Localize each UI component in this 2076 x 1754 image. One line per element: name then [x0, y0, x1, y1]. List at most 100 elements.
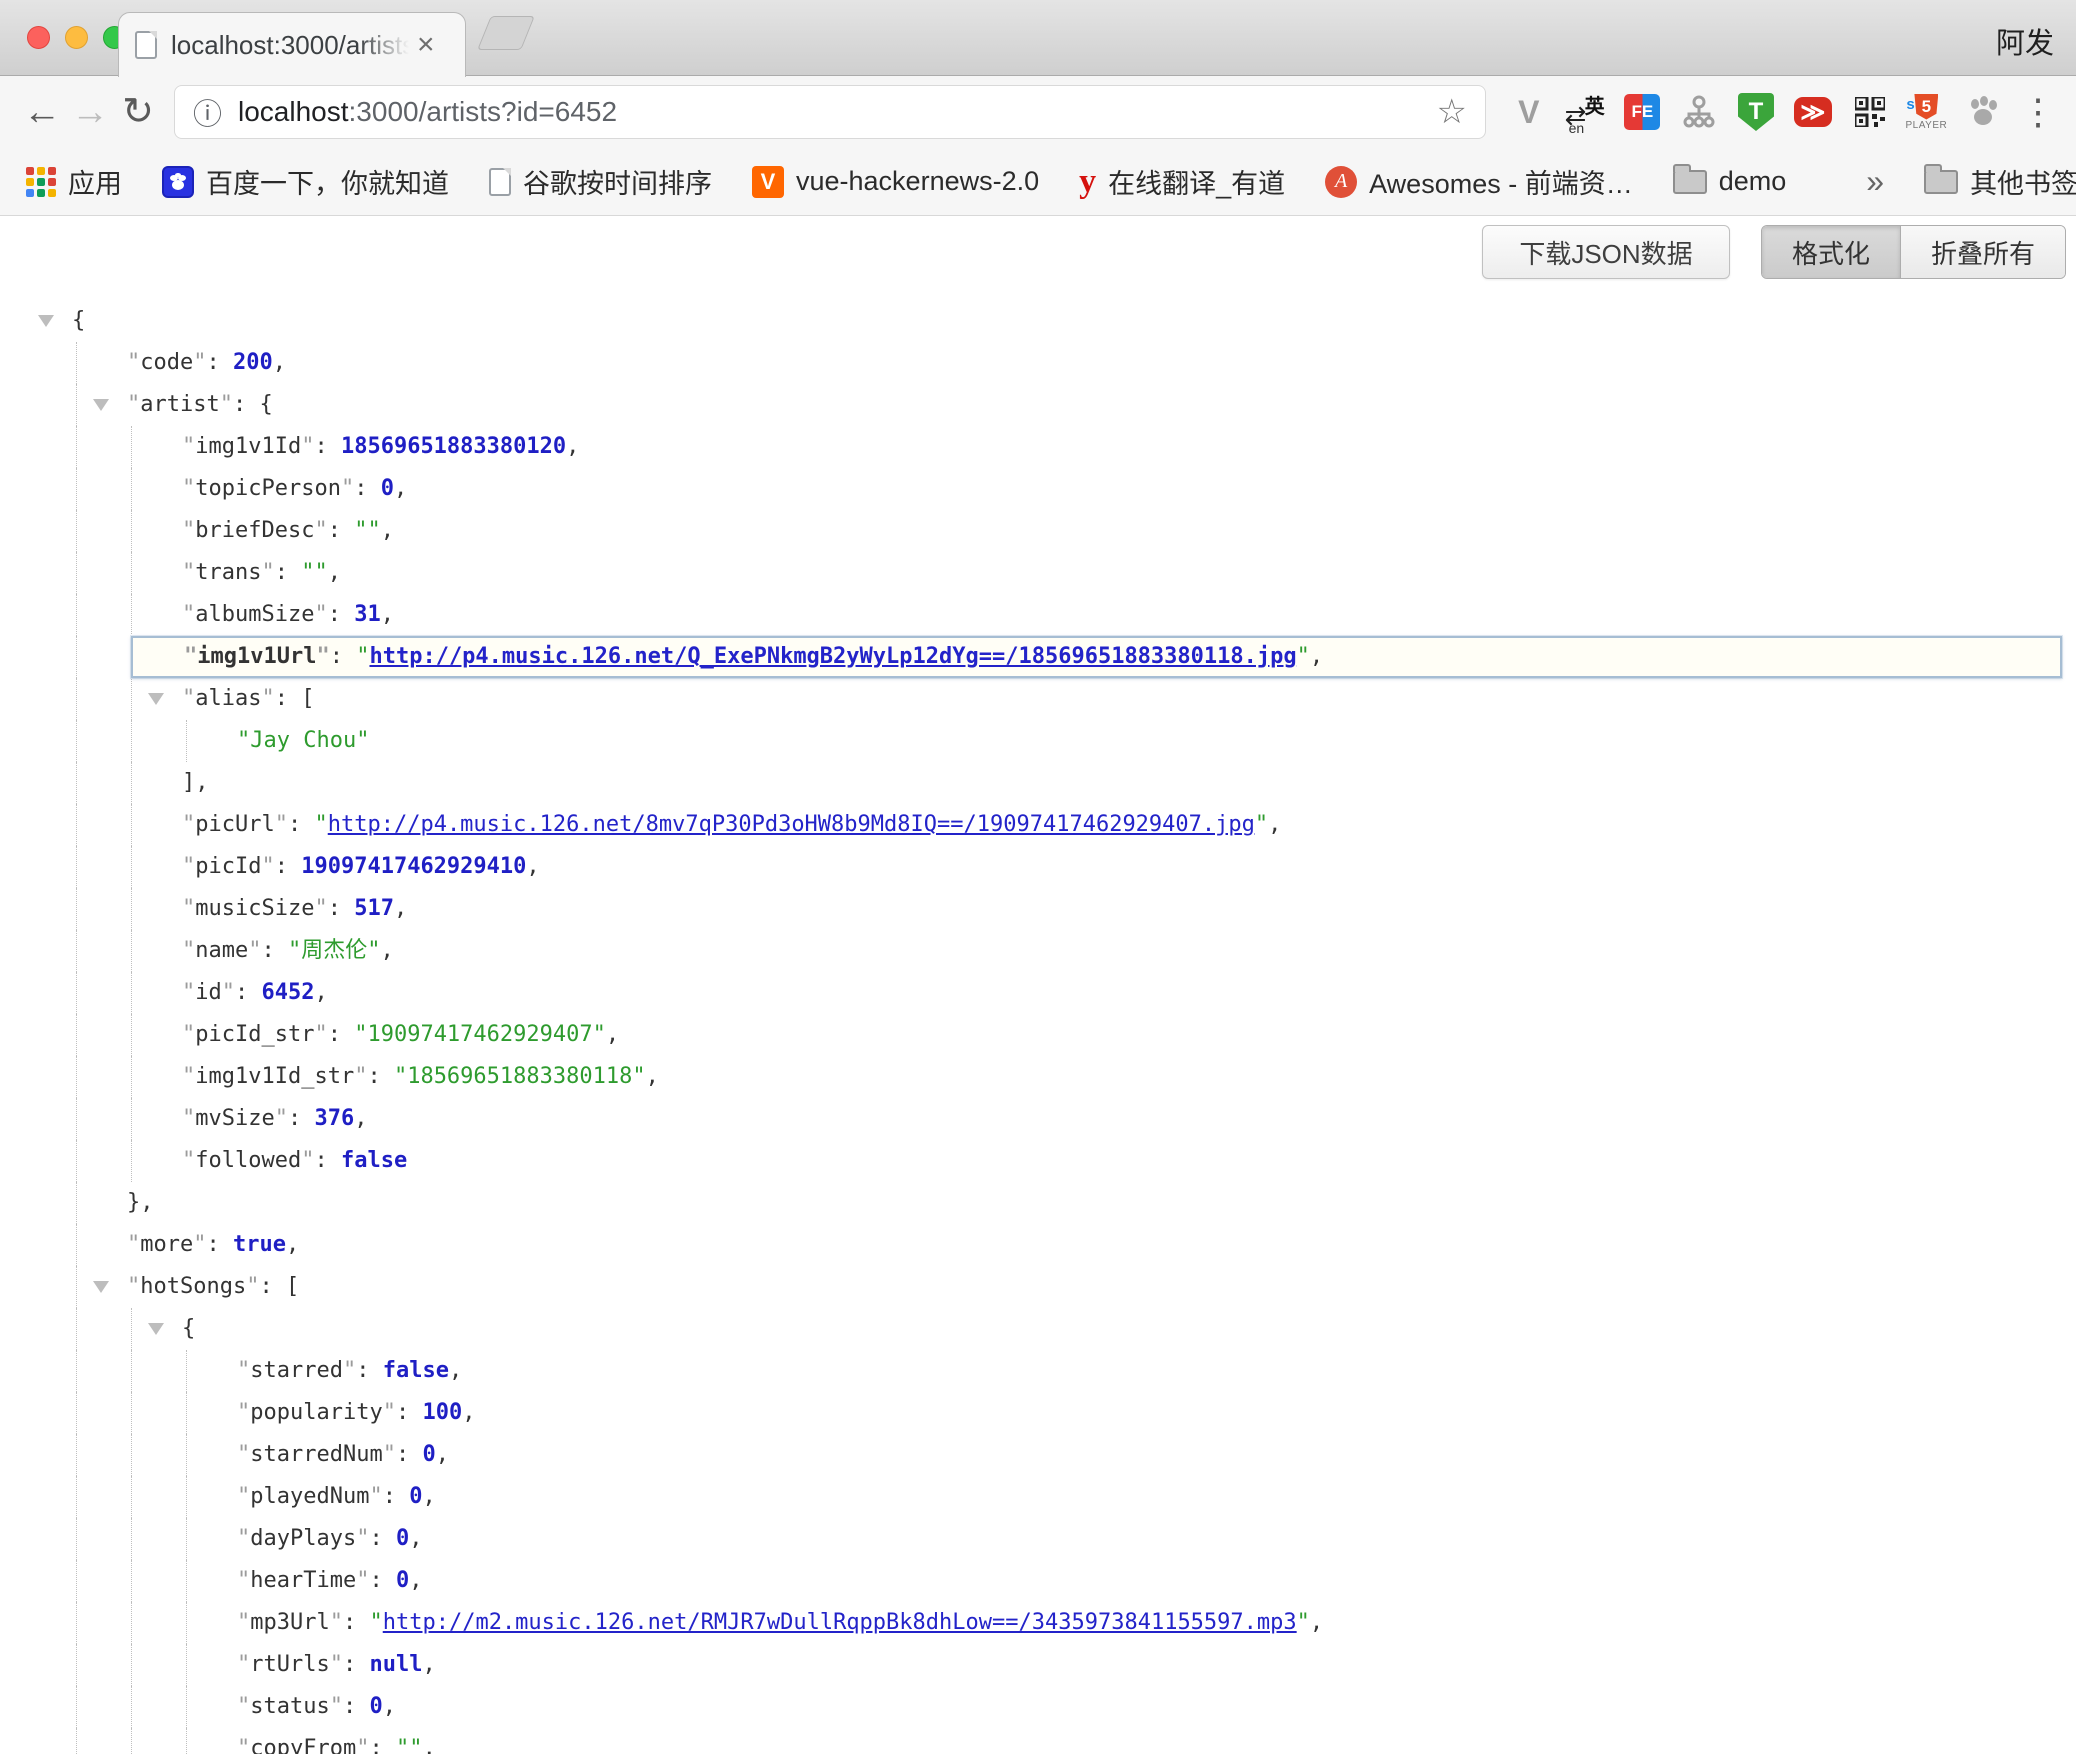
indent-guide — [76, 1350, 117, 1392]
indent-guide — [131, 594, 172, 636]
collapse-all-button[interactable]: 折叠所有 — [1900, 226, 2065, 278]
json-key-quote: " — [182, 938, 195, 963]
json-line: "playedNum": 0, — [0, 1476, 2076, 1518]
indent-guide — [76, 846, 117, 888]
translate-icon[interactable]: 英⇄en — [1564, 88, 1608, 136]
chrome-menu-icon[interactable]: ⋮ — [2018, 91, 2058, 133]
json-key-quote: " — [182, 980, 195, 1005]
json-line-content: "img1v1Id": 18569651883380120, — [182, 426, 579, 468]
new-tab-button[interactable] — [477, 16, 535, 50]
profile-name[interactable]: 阿发 — [1996, 20, 2054, 62]
json-key: img1v1Id — [195, 434, 301, 459]
indent-guide — [186, 720, 227, 762]
bookmark-item[interactable]: demo — [1673, 166, 1787, 197]
page-info-icon[interactable]: ⓘ — [193, 91, 222, 133]
json-punctuation: , — [436, 1442, 449, 1467]
indent-guide — [76, 678, 117, 720]
json-line-content: { — [182, 1308, 195, 1350]
bookmark-item[interactable]: 百度一下，你就知道 — [162, 162, 449, 201]
json-key-quote: " — [248, 938, 261, 963]
json-line-content: "name": "周杰伦", — [182, 930, 394, 972]
json-key: picId_str — [195, 1022, 314, 1047]
collapse-arrow-icon[interactable] — [93, 399, 109, 411]
indent-guide — [131, 1392, 172, 1434]
json-link[interactable]: http://p4.music.126.net/8mv7qP30Pd3oHW8b… — [328, 812, 1255, 837]
json-string: "周杰伦" — [288, 938, 381, 963]
json-punctuation: : — [314, 1148, 341, 1173]
qrcode-icon[interactable] — [1848, 88, 1892, 136]
json-punctuation: : { — [233, 392, 273, 417]
json-number: 0 — [369, 1694, 382, 1719]
json-line-content: "mp3Url": "http://m2.music.126.net/RMJR7… — [237, 1602, 1323, 1644]
indent-guide — [131, 468, 172, 510]
minimize-window-button[interactable] — [65, 26, 88, 49]
browser-tab[interactable]: localhost:3000/artists?id=645 × — [118, 12, 466, 77]
bookmark-item[interactable]: AAwesomes - 前端资… — [1325, 162, 1633, 201]
collapse-arrow-icon[interactable] — [148, 693, 164, 705]
json-line: "img1v1Id": 18569651883380120, — [0, 426, 2076, 468]
json-key-quote: " — [237, 1736, 250, 1754]
bookmark-label: 其他书签 — [1970, 162, 2076, 201]
vysor-icon[interactable]: V — [1507, 88, 1551, 136]
collapse-arrow-icon[interactable] — [148, 1323, 164, 1335]
json-key-quote: " — [237, 1484, 250, 1509]
bookmark-item[interactable]: Vvue-hackernews-2.0 — [752, 166, 1039, 198]
collapse-arrow-icon[interactable] — [38, 315, 54, 327]
indent-guide — [131, 1560, 172, 1602]
bookmarks-overflow-chevron[interactable]: » — [1866, 163, 1884, 200]
indent-guide — [76, 426, 117, 468]
indent-guide — [186, 1392, 227, 1434]
json-line: "popularity": 100, — [0, 1392, 2076, 1434]
video-download-icon[interactable]: ≫ — [1791, 88, 1835, 136]
json-punctuation: : — [288, 1106, 315, 1131]
sitemap-icon[interactable] — [1677, 88, 1721, 136]
indent-guide — [131, 1350, 172, 1392]
download-json-button[interactable]: 下载JSON数据 — [1482, 225, 1730, 279]
json-link[interactable]: http://m2.music.126.net/RMJR7wDullRqppBk… — [383, 1610, 1297, 1635]
close-window-button[interactable] — [27, 26, 50, 49]
bookmark-star-icon[interactable]: ☆ — [1437, 92, 1467, 132]
view-mode-segmented-control: 格式化 折叠所有 — [1761, 225, 2066, 279]
bookmark-label: 应用 — [68, 162, 122, 201]
indent-guide — [131, 1476, 172, 1518]
back-icon[interactable]: ← — [18, 93, 66, 131]
json-key-quote: " — [237, 1652, 250, 1677]
address-bar[interactable]: ⓘ localhost :3000/artists?id=6452 ☆ — [174, 85, 1486, 139]
json-string-quote: " — [314, 812, 327, 837]
bookmark-apps[interactable]: 应用 — [26, 162, 122, 201]
format-button[interactable]: 格式化 — [1762, 226, 1900, 278]
indent-guide — [76, 636, 117, 678]
bookmark-other-bookmarks[interactable]: 其他书签 — [1924, 162, 2076, 201]
json-key-quote: " — [182, 434, 195, 459]
json-punctuation: : — [396, 1400, 423, 1425]
collapse-arrow-icon[interactable] — [93, 1281, 109, 1293]
json-key-quote: " — [316, 644, 329, 669]
bookmark-label: 百度一下，你就知道 — [206, 162, 449, 201]
json-line-content: "copyFrom": "", — [237, 1728, 436, 1754]
bookmark-item[interactable]: y在线翻译_有道 — [1079, 162, 1285, 201]
json-key-quote: " — [182, 896, 195, 921]
paw-icon[interactable] — [1961, 88, 2005, 136]
json-punctuation: , — [286, 1232, 299, 1257]
json-key: copyFrom — [250, 1736, 356, 1754]
indent-guide — [76, 342, 117, 384]
indent-guide — [76, 804, 117, 846]
indent-guide — [131, 1602, 172, 1644]
indent-guide — [131, 1518, 172, 1560]
tampermonkey-icon[interactable]: T — [1734, 88, 1778, 136]
json-punctuation: : [ — [259, 1274, 299, 1299]
json-line: { — [0, 300, 2076, 342]
tab-close-icon[interactable]: × — [417, 30, 435, 60]
json-number: 0 — [396, 1526, 409, 1551]
json-line: "code": 200, — [0, 342, 2076, 384]
reload-icon[interactable]: ↻ — [114, 93, 162, 131]
fehelper-icon[interactable]: FE — [1620, 88, 1664, 136]
json-key-quote: " — [314, 602, 327, 627]
json-line: ], — [0, 762, 2076, 804]
json-link[interactable]: http://p4.music.126.net/Q_ExePNkmgB2yWyL… — [369, 644, 1296, 669]
json-punctuation: , — [462, 1400, 475, 1425]
forward-icon[interactable]: → — [66, 93, 114, 131]
html5-player-icon[interactable]: s5PLAYER — [1904, 88, 1948, 136]
bookmark-item[interactable]: 谷歌按时间排序 — [489, 162, 712, 201]
json-punctuation: ], — [182, 770, 209, 795]
